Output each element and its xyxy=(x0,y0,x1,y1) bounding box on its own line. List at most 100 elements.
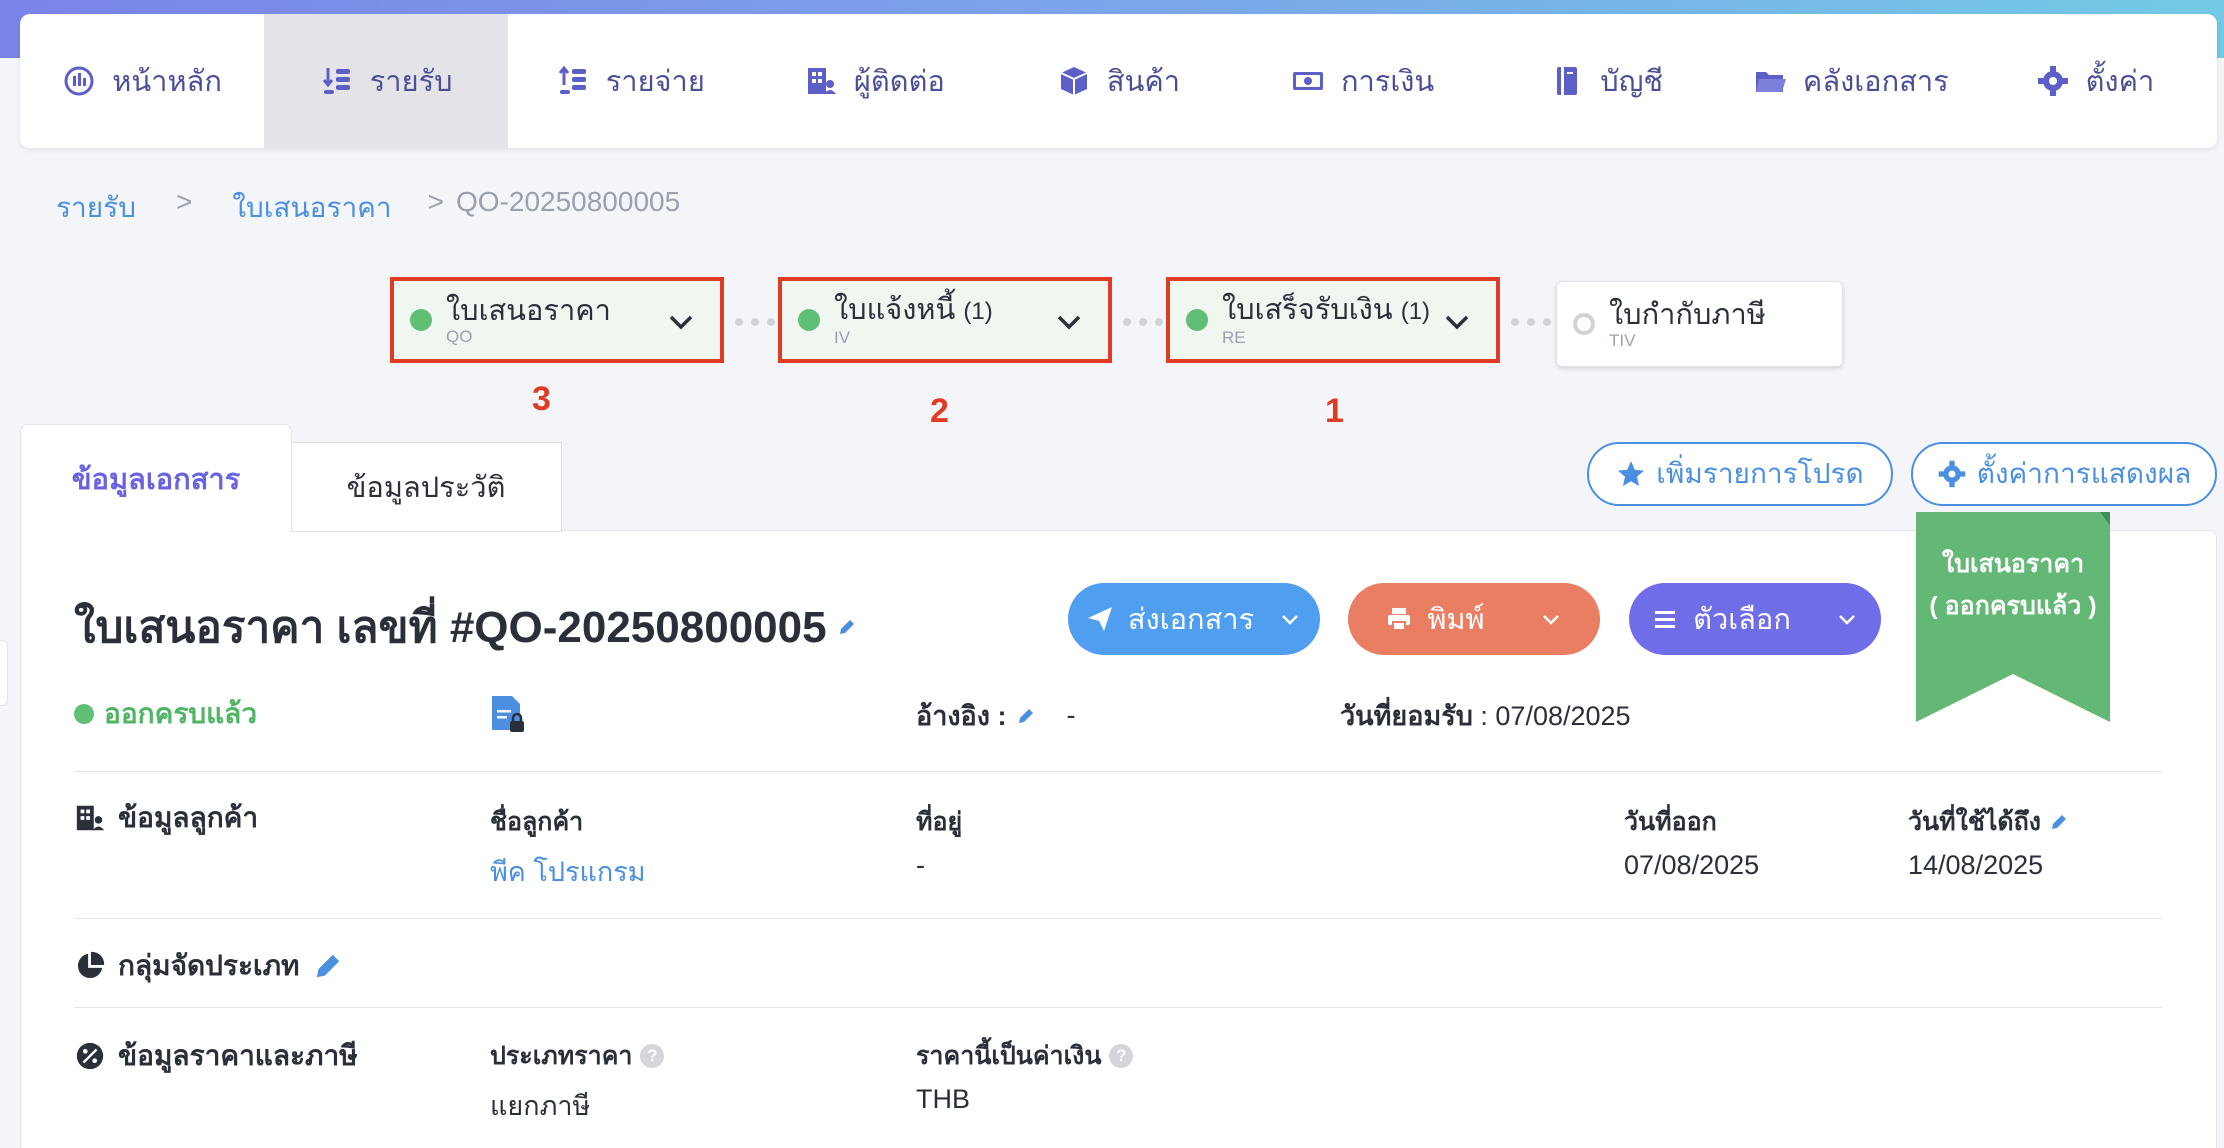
document-title-text: ใบเสนอราคา เลขที่ #QO-20250800005 xyxy=(74,603,827,652)
nav-item-contacts[interactable]: ผู้ติดต่อ xyxy=(752,14,996,148)
status-ribbon-text: ใบเสนอราคา ( ออกครบแล้ว ) xyxy=(1916,543,2110,627)
divider xyxy=(74,771,2162,772)
contacts-icon xyxy=(807,68,836,94)
breadcrumb: รายรับ > ใบเสนอราคา > QO-20250800005 xyxy=(56,186,680,230)
paper-plane-icon xyxy=(1087,607,1112,631)
folder-icon xyxy=(1755,72,1786,92)
reference-value: - xyxy=(1066,700,1076,730)
customer-section-label: ข้อมูลลูกค้า xyxy=(118,802,259,833)
help-question-icon[interactable]: ? xyxy=(640,1044,665,1068)
price-type-label-group: ประเภทราคา ? xyxy=(490,1036,665,1076)
flow-step-name: ใบเสร็จรับเงิน xyxy=(1222,294,1393,326)
building-user-icon xyxy=(76,805,105,831)
nav-item-income[interactable]: รายรับ xyxy=(264,14,509,148)
reference-label: อ้างอิง : xyxy=(916,701,1007,731)
breadcrumb-quotation[interactable]: ใบเสนอราคา xyxy=(232,186,391,230)
nav-label-expense: รายจ่าย xyxy=(605,66,705,98)
accepted-date-group: วันที่ยอมรับ : 07/08/2025 xyxy=(1340,694,1631,737)
nav-item-expense[interactable]: รายจ่าย xyxy=(508,14,752,148)
tab-history[interactable]: ข้อมูลประวัติ xyxy=(290,442,562,532)
display-settings-label: ตั้งค่าการแสดงผล xyxy=(1976,458,2192,489)
nav-item-accounting[interactable]: บัญชี xyxy=(1485,14,1729,148)
nav-item-documents[interactable]: คลังเอกสาร xyxy=(1729,14,1973,148)
percent-badge-icon xyxy=(76,1042,104,1070)
annotation-marker-1: 1 xyxy=(1325,392,1344,430)
chevron-down-icon[interactable] xyxy=(664,305,698,339)
chevron-down-icon[interactable] xyxy=(1440,305,1474,339)
customer-name-link[interactable]: พีค โปรแกรม xyxy=(490,850,646,893)
accounting-book-icon xyxy=(1557,67,1578,95)
nav-label-settings: ตั้งค่า xyxy=(2085,66,2155,98)
flow-step-code: TIV xyxy=(1609,331,1636,350)
status-dot xyxy=(410,309,432,331)
nav-item-settings[interactable]: ตั้งค่า xyxy=(1973,14,2217,148)
currency-label: ราคานี้เป็นค่าเงิน xyxy=(916,1042,1102,1070)
help-question-icon[interactable]: ? xyxy=(1109,1044,1134,1068)
divider xyxy=(74,1007,2162,1008)
nav-item-finance[interactable]: การเงิน xyxy=(1241,14,1485,148)
reference-label-group: อ้างอิง : - xyxy=(916,694,1075,737)
flow-step-quotation[interactable]: ใบเสนอราคา QO xyxy=(390,277,724,363)
printer-icon xyxy=(1388,608,1411,631)
options-button[interactable]: ตัวเลือก xyxy=(1629,583,1881,655)
edit-pencil-icon[interactable] xyxy=(1016,706,1036,726)
locked-document-icon[interactable] xyxy=(490,694,526,734)
category-section-label: กลุ่มจัดประเภท xyxy=(118,950,300,981)
main-navbar: หน้าหลัก รายรับ รายจ่าย ผู้ติดต่อ สินค้า… xyxy=(20,14,2217,148)
flow-step-tax-invoice[interactable]: ใบกำกับภาษี TIV xyxy=(1556,281,1843,367)
status-dot xyxy=(798,309,820,331)
chevron-down-icon[interactable] xyxy=(1052,305,1086,339)
chevron-down-icon xyxy=(1282,615,1299,625)
valid-until-value: 14/08/2025 xyxy=(1908,850,2044,880)
send-document-button[interactable]: ส่งเอกสาร xyxy=(1068,583,1320,655)
flow-step-receipt[interactable]: ใบเสร็จรับเงิน (1) RE xyxy=(1166,277,1500,363)
currency-label-group: ราคานี้เป็นค่าเงิน ? xyxy=(916,1036,1134,1076)
pricing-section-title: ข้อมูลราคาและภาษี xyxy=(74,1034,358,1078)
print-button[interactable]: พิมพ์ xyxy=(1348,583,1600,655)
chevron-down-icon xyxy=(1542,615,1559,625)
edit-pencil-icon[interactable] xyxy=(837,617,857,637)
status-dot xyxy=(74,704,94,724)
nav-label-income: รายรับ xyxy=(369,66,453,98)
edit-pencil-icon[interactable] xyxy=(312,950,344,982)
chevron-down-icon xyxy=(1839,615,1855,625)
print-label: พิมพ์ xyxy=(1427,604,1485,636)
pricing-section-label: ข้อมูลราคาและภาษี xyxy=(118,1040,358,1071)
flow-step-count: (1) xyxy=(963,298,993,325)
display-settings-button[interactable]: ตั้งค่าการแสดงผล xyxy=(1911,442,2217,506)
breadcrumb-separator: > xyxy=(175,186,193,217)
pie-chart-icon xyxy=(77,951,105,979)
menu-lines-icon xyxy=(1655,611,1676,628)
add-favorite-button[interactable]: เพิ่มรายการโปรด xyxy=(1587,442,1893,506)
accepted-date-label: วันที่ยอมรับ xyxy=(1340,701,1473,731)
nav-label-accounting: บัญชี xyxy=(1600,66,1664,98)
customer-name-label: ชื่อลูกค้า xyxy=(490,808,584,836)
flow-step-count: (1) xyxy=(1400,298,1431,325)
star-icon xyxy=(1618,461,1645,486)
flow-step-code: RE xyxy=(1222,328,1246,347)
nav-item-products[interactable]: สินค้า xyxy=(996,14,1240,148)
income-icon xyxy=(322,68,350,94)
flow-step-invoice[interactable]: ใบแจ้งหนี้ (1) IV xyxy=(778,277,1112,363)
flow-connector xyxy=(1511,318,1551,326)
nav-label-finance: การเงิน xyxy=(1340,66,1435,98)
nav-item-home[interactable]: หน้าหลัก xyxy=(20,14,264,148)
edit-pencil-icon[interactable] xyxy=(2049,812,2069,832)
flow-connector xyxy=(735,318,775,326)
status-dot-empty xyxy=(1573,313,1595,335)
tab-document-info[interactable]: ข้อมูลเอกสาร xyxy=(20,424,292,532)
money-icon xyxy=(1292,72,1323,90)
side-drawer-handle[interactable] xyxy=(0,640,8,706)
issue-date-label: วันที่ออก xyxy=(1624,808,1717,836)
flow-step-code: QO xyxy=(446,327,473,346)
breadcrumb-income[interactable]: รายรับ xyxy=(56,186,136,230)
gear-icon xyxy=(1938,460,1965,488)
annotation-marker-3: 3 xyxy=(532,380,551,418)
accepted-date-value: : 07/08/2025 xyxy=(1480,701,1631,731)
add-favorite-label: เพิ่มรายการโปรด xyxy=(1656,458,1864,489)
ribbon-line-2: ( ออกครบแล้ว ) xyxy=(1929,592,2097,620)
address-label: ที่อยู่ xyxy=(916,808,963,836)
options-label: ตัวเลือก xyxy=(1693,604,1791,636)
flow-step-code: IV xyxy=(834,328,851,347)
customer-section-title: ข้อมูลลูกค้า xyxy=(74,796,258,840)
